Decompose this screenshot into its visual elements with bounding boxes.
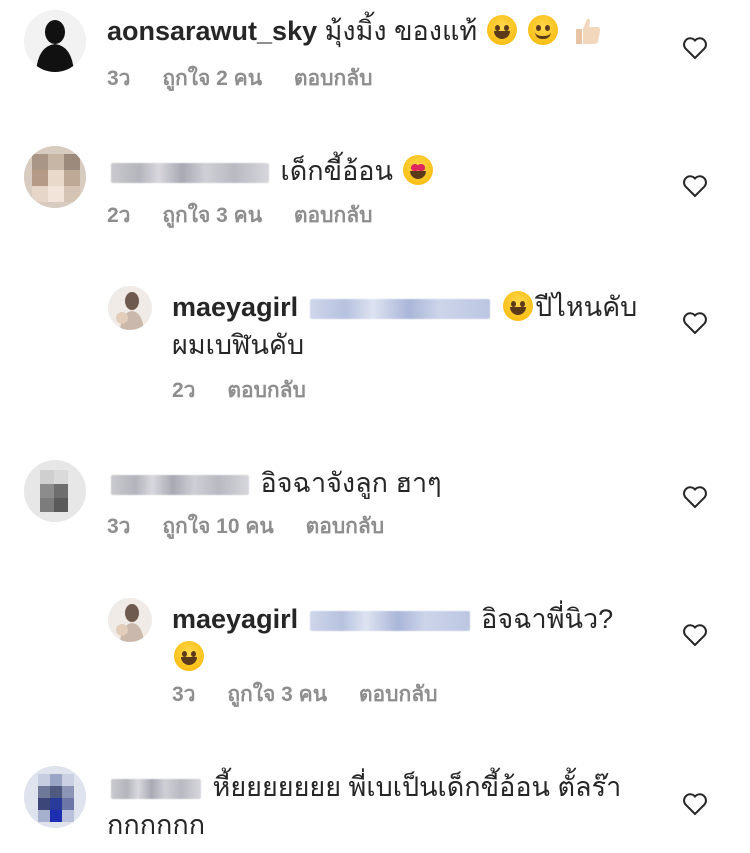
reply-button[interactable]: ตอบกลับ — [306, 515, 385, 538]
comment-text: maeyagirl ปีไหนคับ ผมเบฬินคับ — [172, 288, 642, 364]
avatar[interactable] — [108, 286, 152, 330]
blurred-username[interactable] — [111, 162, 269, 183]
comment-body: อิจฉาจังลูก ฮาๆ — [260, 468, 442, 498]
comment-likes[interactable]: ถูกใจ 3 คน — [227, 683, 327, 706]
blurred-username[interactable] — [111, 778, 201, 799]
sweat-smile-emoji-icon — [174, 641, 204, 671]
comment-meta: 2ว ถูกใจ 3 คน ตอบกลับ — [107, 201, 398, 231]
comment-time: 3ว — [172, 683, 196, 706]
heart-icon[interactable] — [682, 36, 708, 60]
comment-meta: 2ว ตอบกลับ — [172, 376, 332, 406]
comment-body: มุ้งมิ้ง ของแท้ — [324, 16, 478, 46]
comment-text: aonsarawut_sky มุ้งมิ้ง ของแท้ — [107, 12, 602, 50]
heart-icon[interactable] — [682, 623, 708, 647]
reply-button[interactable]: ตอบกลับ — [227, 379, 306, 402]
heart-eyes-emoji-icon — [402, 155, 433, 185]
heart-icon[interactable] — [682, 792, 708, 816]
avatar[interactable] — [24, 10, 86, 72]
reply-button[interactable]: ตอบกลับ — [294, 204, 373, 227]
comment-time: 3ว — [107, 67, 131, 90]
comment-text: อิจฉาจังลูก ฮาๆ — [107, 464, 442, 502]
comment-meta: 3ว ถูกใจ 10 คน ตอบกลับ — [107, 512, 410, 542]
blurred-username[interactable] — [111, 474, 249, 495]
comment-username[interactable]: maeyagirl — [172, 292, 298, 322]
smile-emoji-icon — [528, 15, 559, 45]
comment-time: 3ว — [107, 515, 131, 538]
reply-button[interactable]: ตอบกลับ — [294, 67, 373, 90]
blurred-mention[interactable] — [309, 610, 470, 631]
avatar[interactable] — [24, 766, 86, 828]
comment-body-line2: ผมเบฬินคับ — [172, 330, 305, 360]
comment-body: เด็กขี้อ้อน — [280, 156, 393, 186]
comment-meta: 3ว ถูกใจ 2 คน ตอบกลับ — [107, 64, 398, 94]
comment-meta: 3ว ถูกใจ 3 คน ตอบกลับ — [172, 680, 463, 710]
comment-body-line2: กกกกกก — [107, 810, 206, 840]
reply-button[interactable]: ตอบกลับ — [359, 683, 438, 706]
comment-text: เด็กขี้อ้อน — [107, 152, 435, 190]
comment-time: 2ว — [172, 379, 196, 402]
comment-body: หี้ยยยยยยย พี่เบเป็นเด็กขี้อ้อน ตั้ลร๊า — [212, 772, 622, 802]
sweat-smile-emoji-icon — [503, 291, 534, 321]
comment-likes[interactable]: ถูกใจ 3 คน — [162, 204, 262, 227]
blurred-mention[interactable] — [309, 298, 490, 319]
comment-likes[interactable]: ถูกใจ 2 คน — [162, 67, 262, 90]
comment-username[interactable]: aonsarawut_sky — [107, 16, 317, 46]
comment-username[interactable]: maeyagirl — [172, 604, 298, 634]
comment-likes[interactable]: ถูกใจ 10 คน — [162, 515, 273, 538]
comment-text: หี้ยยยยยยย พี่เบเป็นเด็กขี้อ้อน ตั้ลร๊า … — [107, 768, 667, 844]
avatar[interactable] — [24, 146, 86, 208]
grin-emoji-icon — [486, 15, 517, 45]
avatar[interactable] — [108, 598, 152, 642]
thumbs-up-icon — [575, 18, 600, 44]
comment-time: 2ว — [107, 204, 131, 227]
comment-body: ปีไหนคับ — [535, 292, 638, 322]
avatar[interactable] — [24, 460, 86, 522]
heart-icon[interactable] — [682, 174, 708, 198]
comment-body: อิจฉาพี่นิว? — [481, 604, 614, 634]
heart-icon[interactable] — [682, 311, 708, 335]
comment-text: maeyagirl อิจฉาพี่นิว? — [172, 600, 642, 676]
heart-icon[interactable] — [682, 485, 708, 509]
